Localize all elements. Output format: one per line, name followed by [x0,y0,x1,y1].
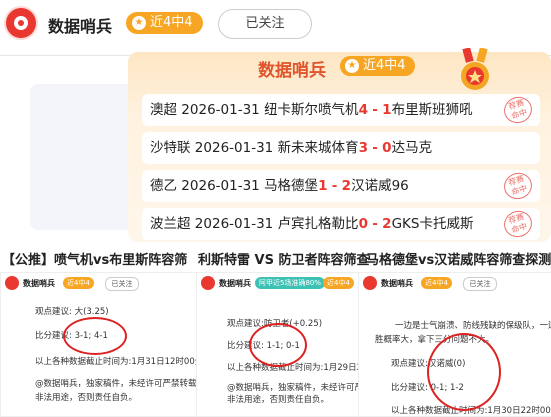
away-score: 2 [382,216,392,232]
article-screenshot[interactable]: 数据哨兵 阿甲近5场准确80% 近4中4 观点建议:防卫者(+0.25) 比分建… [196,272,360,417]
card-line: 一边是士气崩溃、防线残缺的保级队，一边是 [395,321,551,331]
match-date: 2026-01-31 [181,102,260,118]
content-placeholder [30,84,140,230]
match-row[interactable]: 澳超 2026-01-31 纽卡斯尔喷气机4 - 1布里斯班狮吼 荐赛 命中 [142,94,540,126]
match-home: 卢宾扎格勒比 [277,216,359,232]
mini-follow-button: 已关注 [463,277,497,291]
score-separator: - [372,102,378,118]
mini-badge: 近4中4 [421,277,452,289]
article-title[interactable]: 利斯特雷 VS 防卫者阵容筛查 [198,250,369,272]
card-header: 数据哨兵 近4中4 已关注 [359,273,551,293]
home-score: 0 [358,216,368,232]
hit-stamp-icon: 荐赛 命中 [500,170,536,202]
card-line: 非法用途，否则责任自负。 [35,393,138,403]
highlight-circle [63,317,127,355]
author-name[interactable]: 数据哨兵 [48,13,112,37]
hit-stamp-icon: 荐赛 命中 [500,208,536,240]
home-score: 1 [318,178,328,194]
hit-stamp-icon: 荐赛 命中 [500,94,536,126]
article-screenshot[interactable]: 数据哨兵 近4中4 已关注 观点建议: 大(3.25) 比分建议: 3-1; 4… [0,272,198,417]
mini-logo [201,276,215,290]
score-separator: - [331,178,338,194]
card-line: 观点建议: 大(3.25) [35,307,109,317]
away-score: 0 [382,140,392,156]
mini-badge: 阿甲近5场准确80% [255,277,326,289]
away-score: 2 [341,178,352,194]
record-badge-label: 近4中4 [150,15,193,30]
match-away: 汉诺威96 [351,178,409,194]
popup-badge-label: 近4中4 [363,58,406,73]
app-logo [6,8,36,38]
card-line: 以上各种数据截止时间为:1月31日12时00分 [35,357,198,367]
card-line: @数据哨兵，独家稿件，未经许可严禁转 [227,383,359,393]
match-league: 波兰超 [150,216,191,232]
match-date: 2026-01-31 [194,216,274,232]
follow-button[interactable]: 已关注 [218,9,312,39]
mini-brand: 数据哨兵 [381,279,413,288]
mini-brand: 数据哨兵 [23,279,55,288]
match-row[interactable]: 沙特联 2026-01-31 新未来城体育3 - 0达马克 [142,132,540,164]
match-away: 布里斯班狮吼 [391,102,473,118]
score-separator: - [372,216,378,232]
match-home: 纽卡斯尔喷气机 [264,102,359,118]
popup-badge: ★ 近4中4 [340,56,415,76]
mini-badge: 近4中4 [63,277,94,289]
match-league: 德乙 [150,178,177,194]
home-score: 4 [358,102,368,118]
match-date: 2026-01-31 [181,178,260,194]
star-icon: ★ [132,16,146,30]
match-league: 澳超 [150,102,177,118]
record-popup: 数据哨兵 ★ 近4中4 澳超 2026-01-31 纽卡斯尔喷气机4 - 1布里… [128,48,551,242]
article-title[interactable]: 【公推】喷气机vs布里斯阵容筛 [2,250,187,272]
home-score: 3 [358,140,368,156]
record-badge: ★ 近4中4 [126,12,203,34]
app-header: 数据哨兵 ★ 近4中4 已关注 [0,0,551,50]
match-away: GKS卡托威斯 [391,216,474,232]
match-row[interactable]: 德乙 2026-01-31 马格德堡1 - 2汉诺威96 荐赛 命中 [142,170,540,202]
card-header: 数据哨兵 近4中4 已关注 [1,273,197,293]
mini-logo [5,276,19,290]
highlight-circle [427,333,501,411]
mini-follow-button: 已关注 [105,277,139,291]
card-header: 数据哨兵 阿甲近5场准确80% 近4中4 [197,273,359,293]
match-date: 2026-01-31 [194,140,274,156]
article-screenshot[interactable]: 数据哨兵 近4中4 已关注 一边是士气崩溃、防线残缺的保级队，一边是 胜概率大，… [358,272,551,417]
highlight-circle [249,323,307,367]
mini-brand: 数据哨兵 [219,279,251,288]
match-league: 沙特联 [150,140,191,156]
mini-badge: 近4中4 [323,277,354,289]
match-home: 新未来城体育 [277,140,359,156]
mini-logo [363,276,377,290]
article-title[interactable]: 马格德堡vs汉诺威阵容筛查探测 [366,250,551,272]
match-home: 马格德堡 [264,178,319,194]
match-row[interactable]: 波兰超 2026-01-31 卢宾扎格勒比0 - 2GKS卡托威斯 荐赛 命中 [142,208,540,240]
star-icon: ★ [345,59,359,73]
card-line: 非法用途，否则责任自负。 [227,395,330,405]
match-away: 达马克 [391,140,433,156]
popup-title: 数据哨兵 [258,61,326,81]
away-score: 1 [382,102,392,118]
article-title-strip: 【公推】喷气机vs布里斯阵容筛 利斯特雷 VS 防卫者阵容筛查 马格德堡vs汉诺… [0,250,551,272]
card-line: @数据哨兵，独家稿件，未经许可严禁转载。 [35,379,198,389]
medal-icon [461,48,489,90]
score-separator: - [372,140,378,156]
